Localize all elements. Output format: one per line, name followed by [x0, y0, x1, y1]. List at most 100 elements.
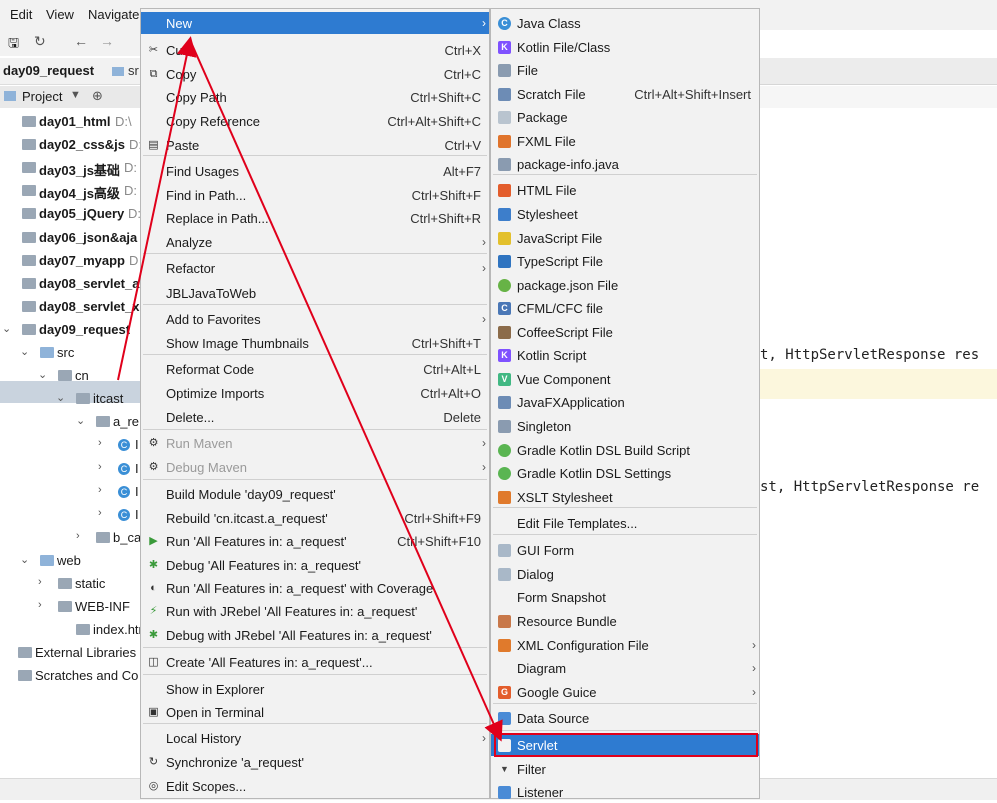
menu-item[interactable]: Find in Path... Ctrl+Shift+F: [141, 184, 489, 206]
submenu-item[interactable]: Gradle Kotlin DSL Build Script: [491, 439, 759, 461]
tree-row[interactable]: day04_js高级 D:: [0, 180, 150, 202]
chevron-right-icon[interactable]: ›: [38, 599, 42, 611]
submenu-item[interactable]: CoffeeScript File: [491, 321, 759, 343]
breadcrumb-project[interactable]: day09_request: [3, 63, 94, 78]
menu-item[interactable]: ✱ Debug 'All Features in: a_request': [141, 554, 489, 576]
chevron-right-icon[interactable]: ›: [98, 507, 102, 519]
tree-row[interactable]: day05_jQuery D:: [0, 203, 150, 225]
menu-item[interactable]: ✱ Debug with JRebel 'All Features in: a_r…: [141, 624, 489, 646]
save-icon[interactable]: 🖫: [8, 34, 19, 56]
back-icon[interactable]: ←: [74, 33, 88, 49]
tree-row[interactable]: ⌄ a_re: [0, 411, 150, 433]
menu-item[interactable]: ▤ Paste Ctrl+V: [141, 134, 489, 156]
chevron-right-icon[interactable]: ›: [98, 484, 102, 496]
tree-row[interactable]: › WEB-INF: [0, 596, 150, 618]
menu-item[interactable]: New ›: [141, 12, 489, 34]
tree-row[interactable]: › C I: [0, 481, 150, 503]
chevron-right-icon[interactable]: ›: [98, 461, 102, 473]
chevron-down-icon[interactable]: ⌄: [76, 414, 85, 427]
menu-item[interactable]: ⚡ Run with JRebel 'All Features in: a_req…: [141, 600, 489, 622]
menu-navigate[interactable]: Navigate: [88, 7, 139, 22]
submenu-item[interactable]: Stylesheet: [491, 203, 759, 225]
chevron-down-icon[interactable]: ⌄: [2, 322, 11, 335]
chevron-right-icon[interactable]: ›: [98, 437, 102, 449]
submenu-item[interactable]: K Kotlin Script: [491, 344, 759, 366]
tree-row[interactable]: ⌄ itcast: [0, 388, 150, 410]
submenu-item[interactable]: TypeScript File: [491, 250, 759, 272]
submenu-item[interactable]: JavaScript File: [491, 227, 759, 249]
menu-item[interactable]: ⧉ Copy Ctrl+C: [141, 63, 489, 85]
menu-item[interactable]: ▣ Open in Terminal: [141, 701, 489, 723]
submenu-item[interactable]: Form Snapshot: [491, 586, 759, 608]
submenu-item[interactable]: Data Source: [491, 707, 759, 729]
tree-row[interactable]: › static: [0, 573, 150, 595]
tree-row[interactable]: ⌄ cn: [0, 365, 150, 387]
submenu-item[interactable]: JavaFXApplication: [491, 391, 759, 413]
menu-view[interactable]: View: [46, 7, 74, 22]
menu-item[interactable]: Show in Explorer: [141, 678, 489, 700]
submenu-item[interactable]: HTML File: [491, 179, 759, 201]
tree-row[interactable]: day08_servlet_x: [0, 296, 150, 318]
submenu-item[interactable]: K Kotlin File/Class: [491, 36, 759, 58]
chevron-right-icon[interactable]: ›: [38, 576, 42, 588]
sync-icon[interactable]: ↻: [34, 33, 46, 50]
menu-item[interactable]: Copy Path Ctrl+Shift+C: [141, 86, 489, 108]
tree-row[interactable]: › C I: [0, 434, 150, 456]
submenu-item[interactable]: Resource Bundle: [491, 610, 759, 632]
menu-item[interactable]: Optimize Imports Ctrl+Alt+O: [141, 382, 489, 404]
tree-row[interactable]: ⌄ web: [0, 550, 150, 572]
submenu-item[interactable]: GUI Form: [491, 539, 759, 561]
menu-item[interactable]: Replace in Path... Ctrl+Shift+R: [141, 207, 489, 229]
chevron-down-icon[interactable]: ⌄: [20, 345, 29, 358]
menu-item[interactable]: Rebuild 'cn.itcast.a_request' Ctrl+Shift+…: [141, 507, 489, 529]
tree-row[interactable]: day03_js基础 D:: [0, 157, 150, 179]
tree-row[interactable]: index.html: [0, 619, 150, 641]
submenu-item[interactable]: File: [491, 59, 759, 81]
chevron-down-icon[interactable]: ⌄: [56, 391, 65, 404]
tree-row[interactable]: ⌄ src: [0, 342, 150, 364]
tree-row[interactable]: › C I: [0, 458, 150, 480]
submenu-item[interactable]: Diagram ›: [491, 657, 759, 679]
tree-row[interactable]: › b_ca: [0, 527, 150, 549]
menu-item[interactable]: ◫ Create 'All Features in: a_request'...: [141, 651, 489, 673]
menu-item[interactable]: Find Usages Alt+F7: [141, 160, 489, 182]
chevron-down-icon[interactable]: ⌄: [20, 553, 29, 566]
menu-item[interactable]: Add to Favorites ›: [141, 308, 489, 330]
target-icon[interactable]: ⊕: [92, 88, 103, 104]
menu-item[interactable]: Analyze ›: [141, 231, 489, 253]
submenu-item[interactable]: Package: [491, 106, 759, 128]
submenu-item[interactable]: Edit File Templates...: [491, 512, 759, 534]
tree-row[interactable]: day07_myapp D: [0, 250, 150, 272]
menu-item[interactable]: Local History ›: [141, 727, 489, 749]
submenu-item[interactable]: Scratch File Ctrl+Alt+Shift+Insert: [491, 83, 759, 105]
submenu-item[interactable]: Singleton: [491, 415, 759, 437]
chevron-right-icon[interactable]: ›: [76, 530, 80, 542]
submenu-item[interactable]: XSLT Stylesheet: [491, 486, 759, 508]
menu-item[interactable]: ◐ Run 'All Features in: a_request' with C…: [141, 577, 489, 599]
submenu-item[interactable]: G Google Guice ›: [491, 681, 759, 703]
forward-icon[interactable]: →: [100, 33, 114, 49]
tree-row[interactable]: ⌄ day09_request: [0, 319, 150, 341]
tree-row[interactable]: Scratches and Co: [0, 665, 150, 687]
menu-item[interactable]: ⚙ Debug Maven ›: [141, 456, 489, 478]
submenu-item[interactable]: XML Configuration File ›: [491, 634, 759, 656]
menu-item[interactable]: ↻ Synchronize 'a_request': [141, 751, 489, 773]
submenu-item[interactable]: C CFML/CFC file: [491, 297, 759, 319]
project-header-label[interactable]: Project: [22, 89, 62, 104]
submenu-item[interactable]: C Java Class: [491, 12, 759, 34]
menu-item[interactable]: Reformat Code Ctrl+Alt+L: [141, 358, 489, 380]
submenu-item[interactable]: package-info.java: [491, 153, 759, 175]
chevron-down-icon[interactable]: ▼: [70, 89, 81, 101]
chevron-down-icon[interactable]: ⌄: [38, 368, 47, 381]
submenu-item[interactable]: V Vue Component: [491, 368, 759, 390]
tree-row[interactable]: › C I: [0, 504, 150, 526]
menu-item[interactable]: Delete... Delete: [141, 406, 489, 428]
tree-row[interactable]: day06_json&aja: [0, 227, 150, 249]
submenu-item[interactable]: Dialog: [491, 563, 759, 585]
submenu-item[interactable]: FXML File: [491, 130, 759, 152]
menu-item[interactable]: ⚙ Run Maven ›: [141, 432, 489, 454]
tree-row[interactable]: day01_html D:\: [0, 111, 150, 133]
menu-item[interactable]: ◎ Edit Scopes...: [141, 775, 489, 797]
tree-row[interactable]: External Libraries: [0, 642, 150, 664]
menu-item[interactable]: Refactor ›: [141, 257, 489, 279]
